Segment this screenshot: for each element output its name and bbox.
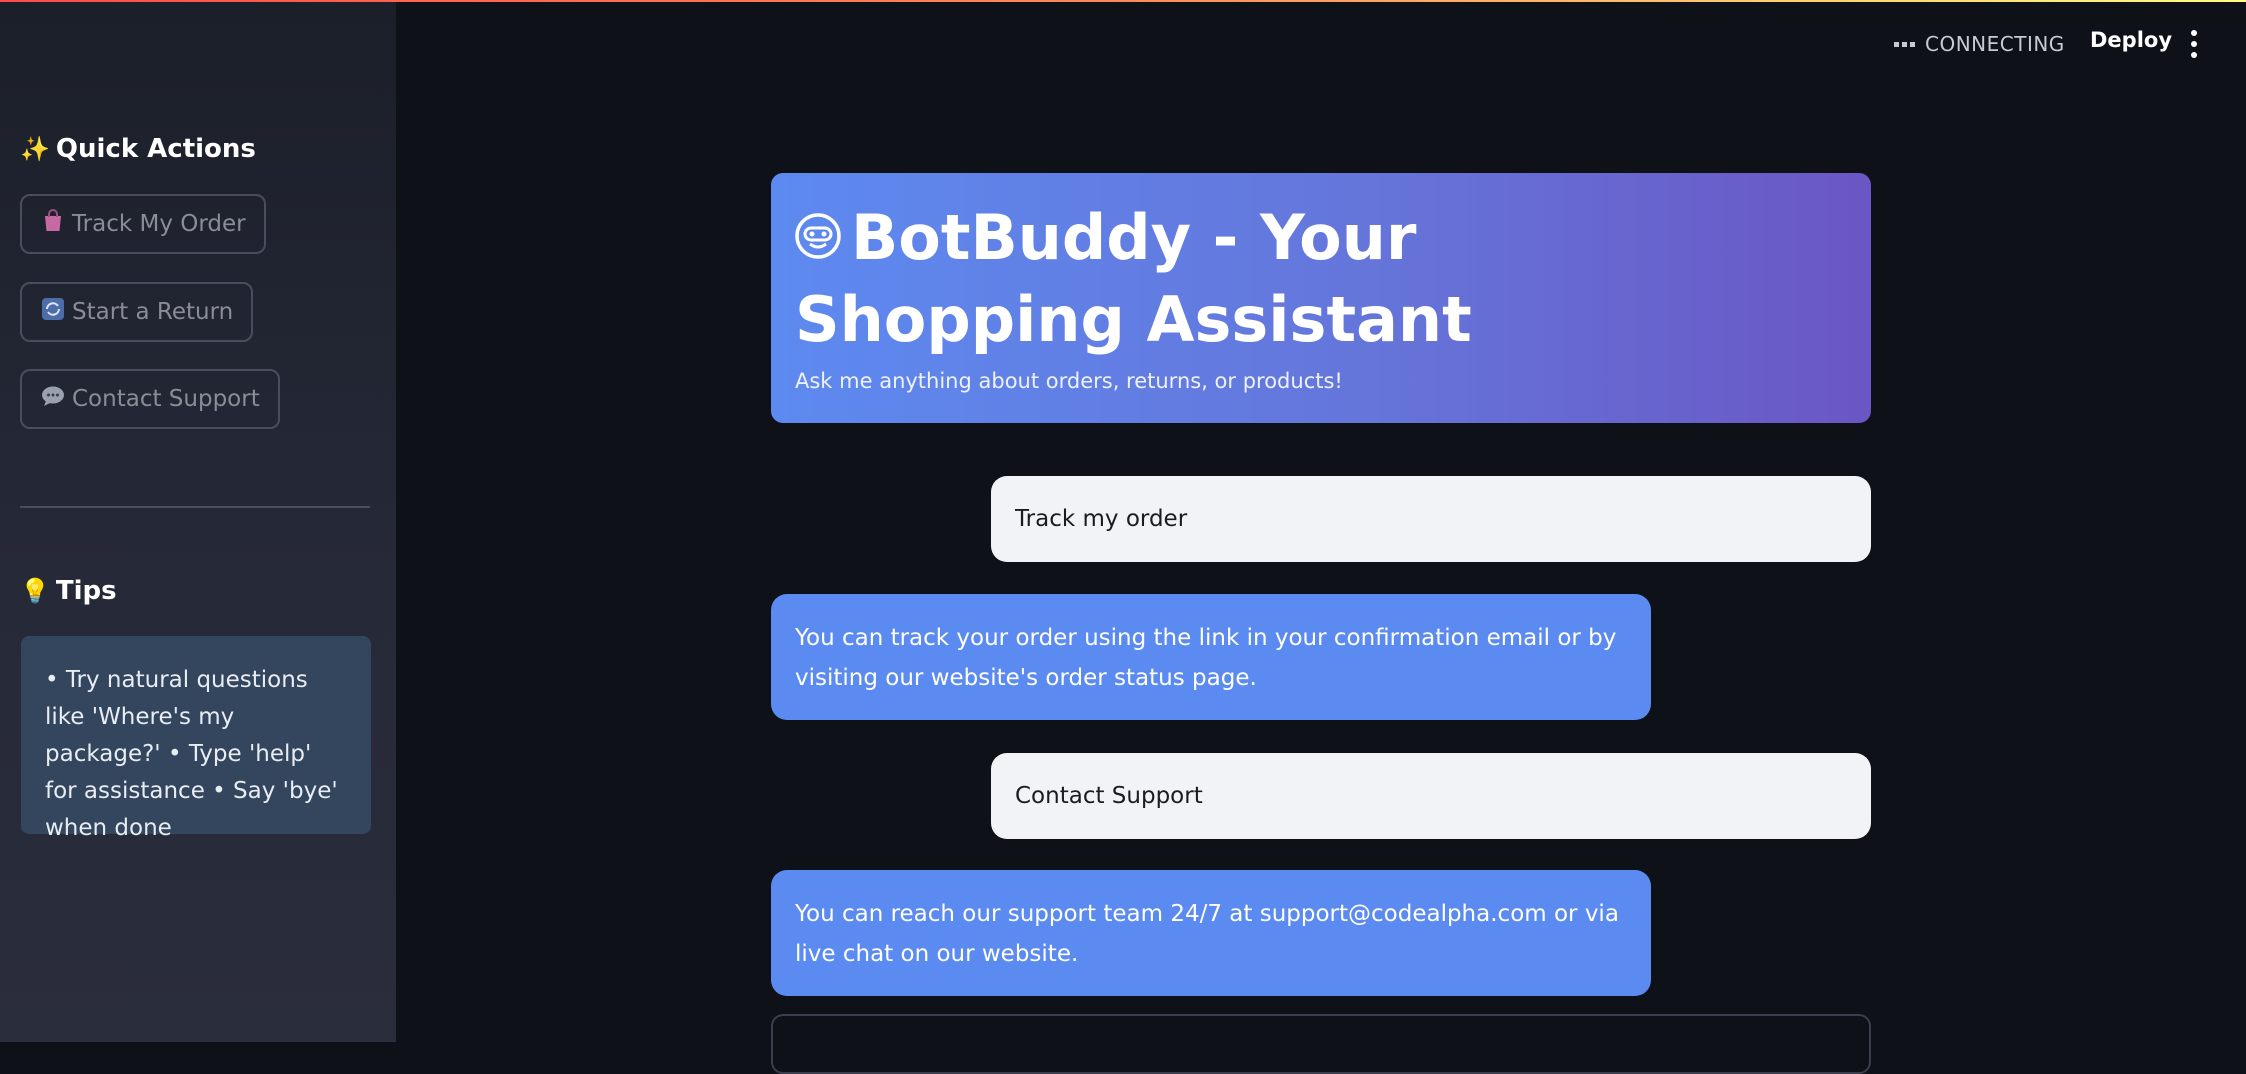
deploy-button[interactable]: Deploy [2090, 28, 2172, 52]
sidebar: ✨ Quick Actions Track My Order Start a R… [0, 0, 396, 1042]
top-accent-bar [0, 0, 2246, 2]
page-title: BotBuddy - Your Shopping Assistant [795, 201, 1472, 356]
banner-subtitle: Ask me anything about orders, returns, o… [795, 369, 1343, 393]
sidebar-divider [20, 506, 370, 508]
chat-message-bot: You can track your order using the link … [771, 594, 1651, 720]
robot-face-icon [795, 213, 841, 259]
sparkles-icon: ✨ [20, 135, 50, 163]
app-banner: BotBuddy - Your Shopping Assistant Ask m… [771, 173, 1871, 423]
tips-heading: 💡 Tips [20, 576, 117, 606]
lightbulb-icon: 💡 [20, 577, 50, 605]
tips-box: • Try natural questions like 'Where's my… [21, 636, 371, 841]
track-my-order-button[interactable]: Track My Order [20, 194, 266, 254]
chat-input[interactable] [771, 1014, 1871, 1074]
refresh-icon [40, 297, 66, 327]
quick-actions-heading: ✨ Quick Actions [20, 134, 256, 164]
connection-status: CONNECTING [1894, 32, 2065, 56]
kebab-menu-icon[interactable] [2188, 30, 2200, 58]
chat-message-user: Track my order [991, 476, 1871, 562]
status-dots-icon [1894, 41, 1915, 47]
chat-message-bot: You can reach our support team 24/7 at s… [771, 870, 1651, 996]
chat-message-user: Contact Support [991, 753, 1871, 839]
start-a-return-button[interactable]: Start a Return [20, 282, 254, 342]
shopping-bag-icon [40, 209, 66, 239]
contact-support-button[interactable]: Contact Support [20, 369, 280, 429]
speech-bubble-icon [40, 385, 66, 413]
